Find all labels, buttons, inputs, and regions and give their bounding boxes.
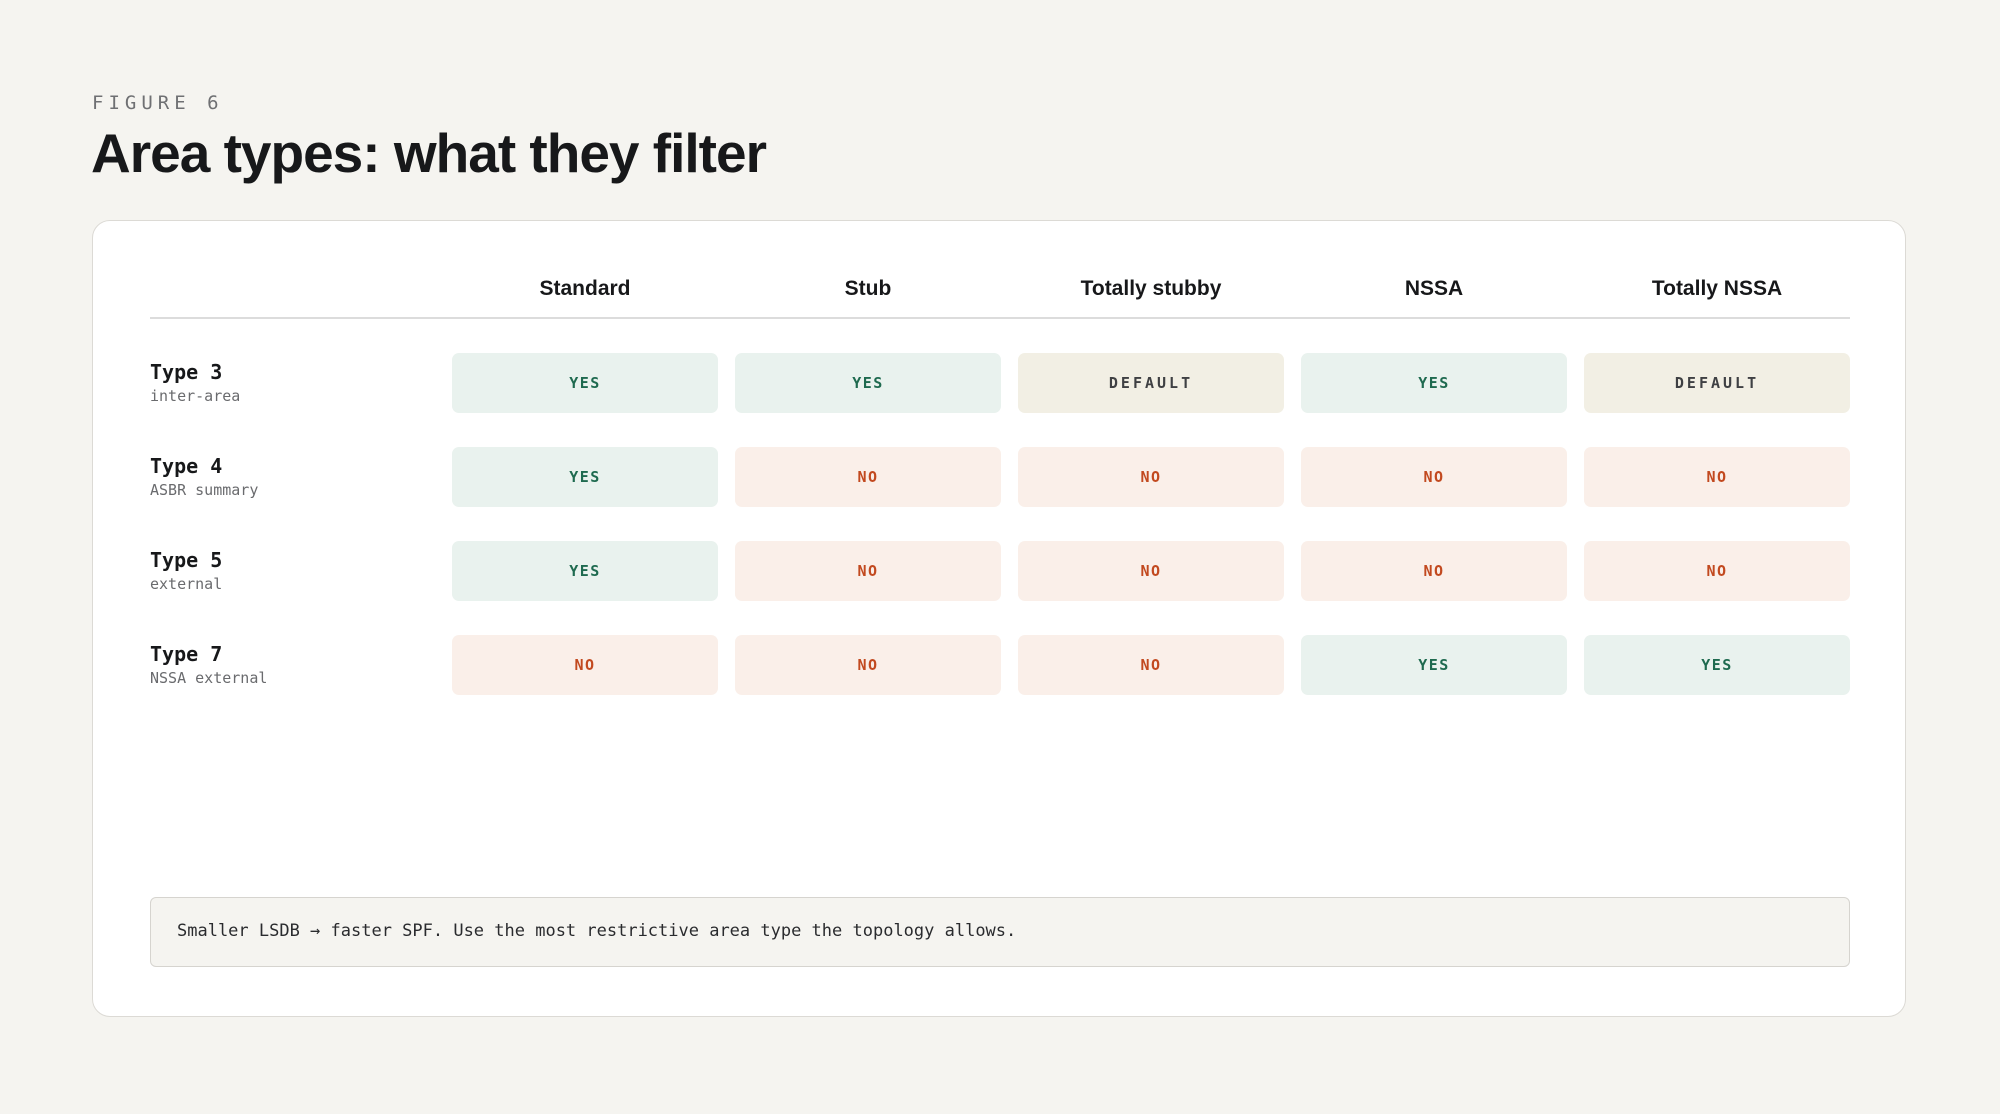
filter-cell: YES — [452, 541, 718, 601]
filter-cell: NO — [1301, 447, 1567, 507]
filter-cell: NO — [1018, 635, 1284, 695]
row-subtitle: external — [150, 575, 223, 593]
row-subtitle: NSSA external — [150, 669, 268, 687]
filter-cell: NO — [1301, 541, 1567, 601]
filter-cell: NO — [735, 541, 1001, 601]
row-subtitle: ASBR summary — [150, 481, 259, 499]
filter-cell: NO — [1018, 447, 1284, 507]
row-name: Type 3 — [150, 360, 223, 384]
filter-cell: DEFAULT — [1018, 353, 1284, 413]
filter-cell: NO — [1584, 541, 1850, 601]
row-name: Type 5 — [150, 548, 223, 572]
row-label: Type 4 ASBR summary — [150, 453, 430, 501]
column-header-totally-nssa: Totally NSSA — [1651, 277, 1783, 300]
row-label: Type 7 NSSA external — [150, 641, 430, 689]
filter-cell: YES — [1301, 353, 1567, 413]
row-label: Type 3 inter-area — [150, 359, 430, 407]
filter-cell: YES — [1301, 635, 1567, 695]
column-header-stub: Stub — [844, 277, 892, 300]
filter-cell: YES — [452, 447, 718, 507]
filter-cell: DEFAULT — [1584, 353, 1850, 413]
figure-label: FIGURE 6 — [92, 92, 224, 114]
page-title: Area types: what they filter — [91, 122, 767, 184]
footnote: Smaller LSDB → faster SPF. Use the most … — [150, 897, 1850, 967]
filter-cell: NO — [1018, 541, 1284, 601]
row-subtitle: inter-area — [150, 387, 241, 405]
row-label: Type 5 external — [150, 547, 430, 595]
filter-cell: YES — [735, 353, 1001, 413]
table-row-type-7: Type 7 NSSA external NO NO NO YES YES — [150, 635, 1850, 695]
filter-cell: NO — [735, 635, 1001, 695]
row-name: Type 7 — [150, 642, 223, 666]
column-header-standard: Standard — [539, 277, 631, 300]
filter-cell: NO — [1584, 447, 1850, 507]
filter-cell: NO — [735, 447, 1001, 507]
comparison-card: Standard Stub Totally stubby NSSA Totall… — [92, 220, 1906, 1017]
filter-cell: NO — [452, 635, 718, 695]
column-header-nssa: NSSA — [1404, 277, 1464, 300]
table-header: Standard Stub Totally stubby NSSA Totall… — [150, 263, 1850, 319]
row-name: Type 4 — [150, 454, 223, 478]
table-row-type-4: Type 4 ASBR summary YES NO NO NO NO — [150, 447, 1850, 507]
table-row-type-5: Type 5 external YES NO NO NO NO — [150, 541, 1850, 601]
column-header-totally-stubby: Totally stubby — [1080, 277, 1222, 300]
filter-cell: YES — [1584, 635, 1850, 695]
table-row-type-3: Type 3 inter-area YES YES DEFAULT YES DE… — [150, 353, 1850, 413]
filter-cell: YES — [452, 353, 718, 413]
